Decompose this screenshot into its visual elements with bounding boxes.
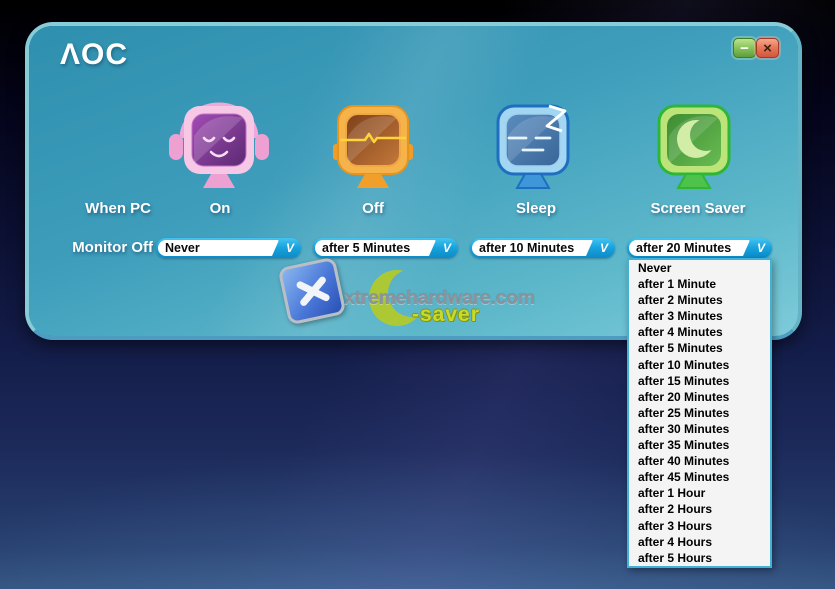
dropdown-value-on: Never (158, 240, 279, 256)
dropdown-value-off: after 5 Minutes (315, 240, 436, 256)
monitor-on-icon (167, 90, 271, 194)
dropdown-monitor-off-screensaver[interactable]: after 20 Minutes V (627, 238, 772, 258)
chevron-down-icon[interactable]: V (436, 238, 458, 258)
monitor-off-label: Monitor Off (53, 238, 153, 258)
dropdown-monitor-off-off[interactable]: after 5 Minutes V (313, 238, 458, 258)
minimize-button[interactable]: − (733, 38, 756, 58)
dropdown-option[interactable]: after 30 Minutes (629, 421, 770, 437)
chevron-glyph: V (757, 241, 765, 255)
state-label-off: Off (288, 199, 458, 219)
monitor-sleep-icon (481, 90, 585, 194)
dropdown-option[interactable]: after 20 Minutes (629, 389, 770, 405)
monitor-screensaver-icon (642, 90, 746, 194)
close-button[interactable]: × (756, 38, 779, 58)
chevron-down-icon[interactable]: V (750, 238, 772, 258)
state-label-on: On (135, 199, 305, 219)
dropdown-option[interactable]: after 2 Minutes (629, 292, 770, 308)
dropdown-value-screensaver: after 20 Minutes (629, 240, 750, 256)
chevron-down-icon[interactable]: V (279, 238, 301, 258)
chevron-glyph: V (443, 241, 451, 255)
chevron-down-icon[interactable]: V (593, 238, 615, 258)
monitor-off-icon (321, 90, 425, 194)
dropdown-option[interactable]: after 2 Hours (629, 501, 770, 517)
dropdown-value-sleep: after 10 Minutes (472, 240, 593, 256)
minimize-icon: − (740, 41, 749, 56)
dropdown-monitor-off-on[interactable]: Never V (156, 238, 301, 258)
aoc-logo: ΛOC (60, 38, 128, 72)
dropdown-option[interactable]: after 4 Hours (629, 534, 770, 550)
dropdown-option[interactable]: after 45 Minutes (629, 469, 770, 485)
dropdown-option[interactable]: Never (629, 260, 770, 276)
dropdown-option[interactable]: after 5 Hours (629, 550, 770, 566)
dropdown-option[interactable]: after 40 Minutes (629, 453, 770, 469)
xtremehardware-x-icon (278, 257, 347, 326)
dropdown-option[interactable]: after 1 Hour (629, 485, 770, 501)
desktop-background: ΛOC − × (0, 0, 835, 589)
chevron-glyph: V (286, 241, 294, 255)
dropdown-option[interactable]: after 10 Minutes (629, 357, 770, 373)
dropdown-option[interactable]: after 3 Hours (629, 518, 770, 534)
dropdown-option[interactable]: after 5 Minutes (629, 340, 770, 356)
chevron-glyph: V (600, 241, 608, 255)
dropdown-option[interactable]: after 15 Minutes (629, 373, 770, 389)
dropdown-monitor-off-sleep[interactable]: after 10 Minutes V (470, 238, 615, 258)
dropdown-option[interactable]: after 1 Minute (629, 276, 770, 292)
state-label-screensaver: Screen Saver (613, 199, 783, 219)
dropdown-option[interactable]: after 25 Minutes (629, 405, 770, 421)
dropdown-option[interactable]: after 3 Minutes (629, 308, 770, 324)
close-icon: × (763, 41, 772, 56)
state-label-sleep: Sleep (451, 199, 621, 219)
esaver-logo-text: -saver (412, 303, 480, 327)
dropdown-option[interactable]: after 4 Minutes (629, 324, 770, 340)
screensaver-dropdown-list: Never after 1 Minute after 2 Minutes aft… (627, 258, 772, 568)
dropdown-option[interactable]: after 35 Minutes (629, 437, 770, 453)
